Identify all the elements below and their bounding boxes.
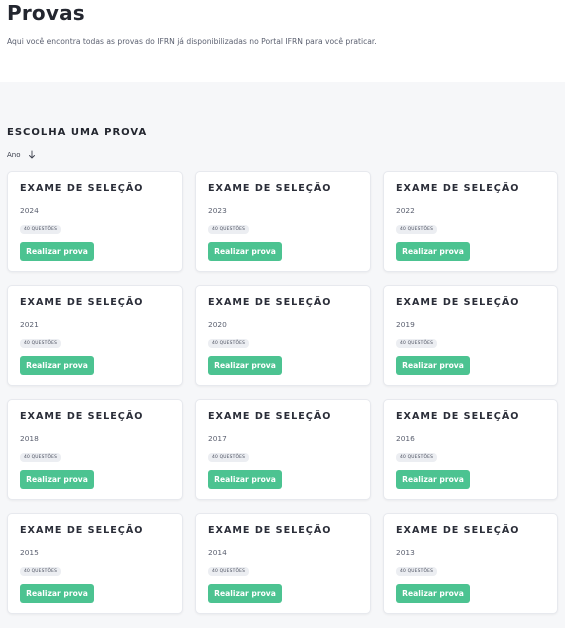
start-exam-button[interactable]: Realizar prova <box>208 470 282 489</box>
sort-by-year-control[interactable]: Ano <box>7 150 37 160</box>
exam-year: 2024 <box>20 206 39 215</box>
exam-card: EXAME DE SELEÇÃO 2017 40 QUESTÕES Realiz… <box>195 399 371 500</box>
page-subtitle: Aqui você encontra todas as provas do IF… <box>7 37 377 46</box>
start-exam-button[interactable]: Realizar prova <box>396 356 470 375</box>
exam-year: 2016 <box>396 434 415 443</box>
start-exam-button[interactable]: Realizar prova <box>396 470 470 489</box>
question-count-badge: 40 QUESTÕES <box>20 225 62 234</box>
question-count-badge: 40 QUESTÕES <box>396 453 438 462</box>
start-exam-button[interactable]: Realizar prova <box>208 356 282 375</box>
exam-year: 2019 <box>396 320 415 329</box>
exam-year: 2017 <box>208 434 227 443</box>
exam-title: EXAME DE SELEÇÃO <box>396 183 520 194</box>
question-count-badge: 40 QUESTÕES <box>396 339 438 348</box>
start-exam-button[interactable]: Realizar prova <box>20 356 94 375</box>
start-exam-button[interactable]: Realizar prova <box>396 584 470 603</box>
exam-card: EXAME DE SELEÇÃO 2024 40 QUESTÕES Realiz… <box>7 171 183 272</box>
exam-card: EXAME DE SELEÇÃO 2014 40 QUESTÕES Realiz… <box>195 513 371 614</box>
start-exam-button[interactable]: Realizar prova <box>20 584 94 603</box>
exam-card: EXAME DE SELEÇÃO 2015 40 QUESTÕES Realiz… <box>7 513 183 614</box>
question-count-badge: 40 QUESTÕES <box>208 225 250 234</box>
exam-title: EXAME DE SELEÇÃO <box>208 411 332 422</box>
start-exam-button[interactable]: Realizar prova <box>208 584 282 603</box>
exam-year: 2021 <box>20 320 39 329</box>
exam-card: EXAME DE SELEÇÃO 2018 40 QUESTÕES Realiz… <box>7 399 183 500</box>
exam-title: EXAME DE SELEÇÃO <box>20 183 144 194</box>
start-exam-button[interactable]: Realizar prova <box>208 242 282 261</box>
question-count-badge: 40 QUESTÕES <box>20 567 62 576</box>
exam-card: EXAME DE SELEÇÃO 2019 40 QUESTÕES Realiz… <box>383 285 558 386</box>
question-count-badge: 40 QUESTÕES <box>396 567 438 576</box>
exam-card: EXAME DE SELEÇÃO 2020 40 QUESTÕES Realiz… <box>195 285 371 386</box>
exam-year: 2018 <box>20 434 39 443</box>
exam-title: EXAME DE SELEÇÃO <box>208 183 332 194</box>
exam-year: 2015 <box>20 548 39 557</box>
start-exam-button[interactable]: Realizar prova <box>20 470 94 489</box>
question-count-badge: 40 QUESTÕES <box>20 453 62 462</box>
exam-card: EXAME DE SELEÇÃO 2013 40 QUESTÕES Realiz… <box>383 513 558 614</box>
arrow-down-icon <box>27 150 37 160</box>
exam-grid: EXAME DE SELEÇÃO 2024 40 QUESTÕES Realiz… <box>7 171 558 614</box>
question-count-badge: 40 QUESTÕES <box>208 453 250 462</box>
exam-card: EXAME DE SELEÇÃO 2021 40 QUESTÕES Realiz… <box>7 285 183 386</box>
page-header: Provas Aqui você encontra todas as prova… <box>0 0 565 82</box>
start-exam-button[interactable]: Realizar prova <box>396 242 470 261</box>
exam-title: EXAME DE SELEÇÃO <box>208 297 332 308</box>
page-title: Provas <box>7 1 85 25</box>
exam-title: EXAME DE SELEÇÃO <box>208 525 332 536</box>
exam-title: EXAME DE SELEÇÃO <box>396 297 520 308</box>
exam-year: 2013 <box>396 548 415 557</box>
question-count-badge: 40 QUESTÕES <box>208 339 250 348</box>
exam-year: 2020 <box>208 320 227 329</box>
section-title: ESCOLHA UMA PROVA <box>7 127 148 138</box>
question-count-badge: 40 QUESTÕES <box>396 225 438 234</box>
question-count-badge: 40 QUESTÕES <box>20 339 62 348</box>
exam-title: EXAME DE SELEÇÃO <box>396 525 520 536</box>
exam-year: 2023 <box>208 206 227 215</box>
exam-card: EXAME DE SELEÇÃO 2016 40 QUESTÕES Realiz… <box>383 399 558 500</box>
exam-card: EXAME DE SELEÇÃO 2023 40 QUESTÕES Realiz… <box>195 171 371 272</box>
exam-year: 2022 <box>396 206 415 215</box>
exam-year: 2014 <box>208 548 227 557</box>
question-count-badge: 40 QUESTÕES <box>208 567 250 576</box>
exam-card: EXAME DE SELEÇÃO 2022 40 QUESTÕES Realiz… <box>383 171 558 272</box>
start-exam-button[interactable]: Realizar prova <box>20 242 94 261</box>
exam-title: EXAME DE SELEÇÃO <box>20 411 144 422</box>
exam-title: EXAME DE SELEÇÃO <box>20 525 144 536</box>
exam-title: EXAME DE SELEÇÃO <box>20 297 144 308</box>
exam-title: EXAME DE SELEÇÃO <box>396 411 520 422</box>
exam-list-section: ESCOLHA UMA PROVA Ano EXAME DE SELEÇÃO 2… <box>0 82 565 628</box>
sort-label: Ano <box>7 151 21 159</box>
